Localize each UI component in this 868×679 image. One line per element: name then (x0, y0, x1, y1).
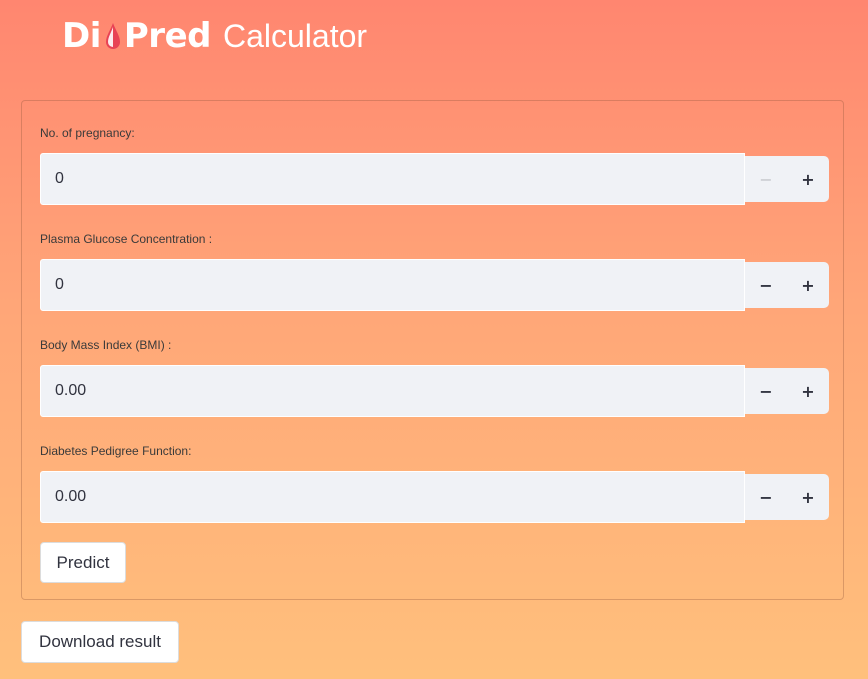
pedigree-increment-button[interactable]: + (787, 474, 829, 520)
logo-subtitle: Calculator (222, 18, 368, 54)
pedigree-label: Diabetes Pedigree Function: (40, 444, 192, 458)
bmi-label: Body Mass Index (BMI) : (40, 338, 172, 352)
pregnancy-label: No. of pregnancy: (40, 126, 135, 140)
bmi-decrement-button[interactable]: − (745, 368, 787, 414)
pedigree-input[interactable]: 0.00 (40, 471, 745, 523)
logo-text-di: Di (62, 16, 101, 56)
glucose-label: Plasma Glucose Concentration : (40, 232, 213, 246)
glucose-increment-button[interactable]: + (787, 262, 829, 308)
logo-text-pred: Pred (123, 16, 212, 56)
pedigree-stepper: − + (745, 474, 829, 520)
pregnancy-stepper: − + (745, 156, 829, 202)
predict-button[interactable]: Predict (40, 542, 126, 583)
glucose-stepper: − + (745, 262, 829, 308)
blood-drop-icon (105, 23, 120, 49)
download-result-button[interactable]: Download result (21, 621, 179, 663)
bmi-increment-button[interactable]: + (787, 368, 829, 414)
glucose-decrement-button[interactable]: − (745, 262, 787, 308)
pregnancy-increment-button[interactable]: + (787, 156, 829, 202)
pregnancy-decrement-button[interactable]: − (745, 156, 787, 202)
pedigree-decrement-button[interactable]: − (745, 474, 787, 520)
glucose-input[interactable]: 0 (40, 259, 745, 311)
pregnancy-input[interactable]: 0 (40, 153, 745, 205)
bmi-input[interactable]: 0.00 (40, 365, 745, 417)
bmi-stepper: − + (745, 368, 829, 414)
app-logo: Di Pred Calculator (62, 12, 367, 60)
